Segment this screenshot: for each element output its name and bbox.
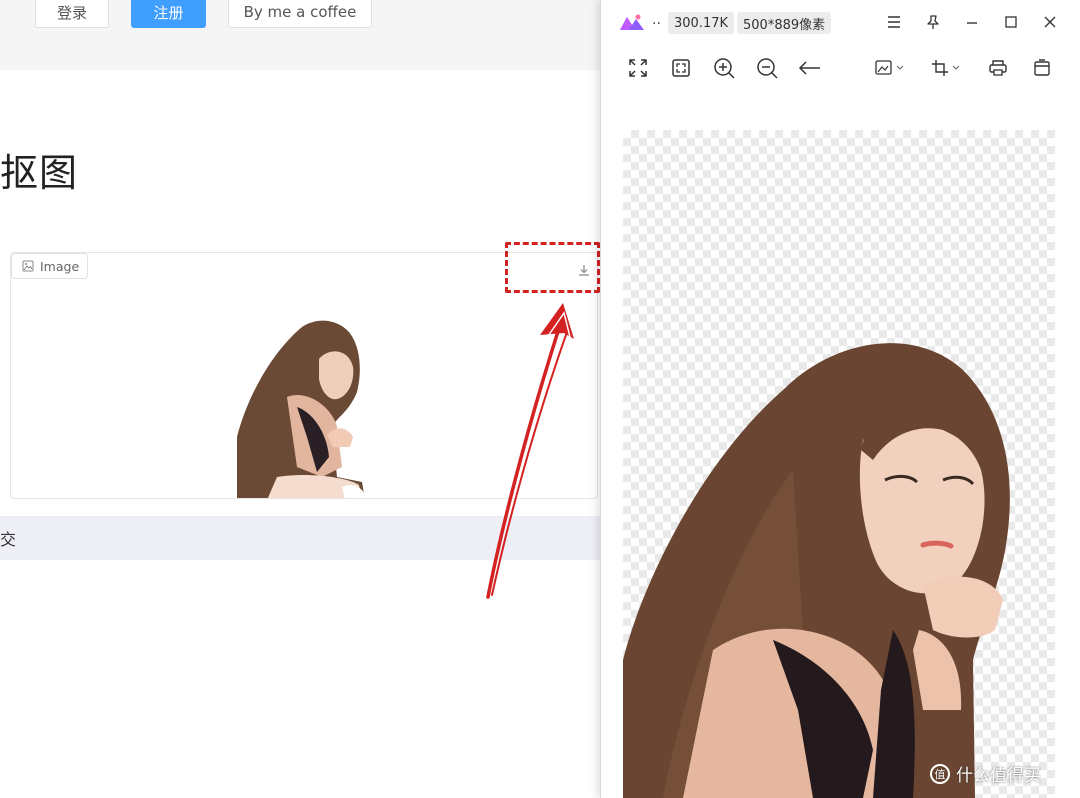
minimize-button[interactable] bbox=[963, 13, 981, 31]
fullscreen-frame-icon bbox=[672, 59, 690, 77]
pin-icon bbox=[927, 15, 939, 29]
app-logo-icon bbox=[620, 14, 644, 30]
cutout-preview-image bbox=[623, 343, 1010, 798]
image-label-text: Image bbox=[40, 258, 80, 274]
login-button[interactable]: 登录 bbox=[35, 0, 109, 28]
more-tools-button[interactable] bbox=[1031, 56, 1053, 80]
viewer-toolbar bbox=[601, 52, 1080, 84]
watermark: 值 什么值得买 bbox=[930, 761, 1041, 786]
viewer-titlebar: .. 300.17K 500*889像素 bbox=[601, 0, 1080, 44]
watermark-text: 什么值得买 bbox=[956, 766, 1041, 786]
image-icon bbox=[22, 260, 34, 272]
image-canvas[interactable]: 值 什么值得买 bbox=[623, 130, 1055, 798]
cutout-result-image bbox=[237, 320, 365, 498]
web-header: 登录 注册 By me a coffee bbox=[0, 0, 600, 70]
print-icon bbox=[989, 60, 1007, 76]
expand-arrows-icon bbox=[629, 59, 647, 77]
zoom-in-icon bbox=[714, 58, 735, 79]
filename-ellipsis: .. bbox=[652, 12, 661, 28]
image-edit-icon bbox=[875, 60, 904, 75]
fit-window-button[interactable] bbox=[627, 56, 649, 80]
arrow-left-icon bbox=[798, 61, 820, 75]
back-button[interactable] bbox=[797, 56, 823, 80]
minimize-icon bbox=[967, 22, 977, 24]
watermark-logo-icon: 值 bbox=[930, 763, 950, 784]
submit-label: 交 bbox=[0, 530, 17, 549]
crop-icon bbox=[932, 60, 960, 76]
web-app: 登录 注册 By me a coffee 抠图 Image 交 bbox=[0, 0, 600, 798]
actual-size-button[interactable] bbox=[670, 56, 692, 80]
close-button[interactable] bbox=[1041, 13, 1059, 31]
page-title: 抠图 bbox=[0, 151, 79, 195]
download-highlight-box bbox=[505, 242, 600, 293]
hamburger-menu-icon bbox=[888, 16, 900, 28]
close-icon bbox=[1044, 16, 1056, 28]
red-arrow-annotation bbox=[486, 303, 574, 599]
crop-dropdown[interactable] bbox=[931, 56, 963, 80]
register-button[interactable]: 注册 bbox=[131, 0, 206, 28]
pin-button[interactable] bbox=[924, 13, 942, 31]
print-button[interactable] bbox=[987, 56, 1009, 80]
menu-button[interactable] bbox=[885, 13, 903, 31]
image-viewer-window: .. 300.17K 500*889像素 值 什么值得买 bbox=[600, 0, 1080, 798]
zoom-out-button[interactable] bbox=[755, 56, 779, 80]
buy-me-a-coffee-button[interactable]: By me a coffee bbox=[228, 0, 372, 28]
box-icon bbox=[1034, 59, 1050, 76]
file-size-chip: 300.17K bbox=[668, 12, 735, 34]
maximize-icon bbox=[1005, 16, 1017, 28]
image-panel-label: Image bbox=[11, 253, 89, 279]
edit-image-dropdown[interactable] bbox=[875, 56, 907, 80]
image-dimensions-chip: 500*889像素 bbox=[737, 12, 832, 34]
maximize-button[interactable] bbox=[1002, 13, 1020, 31]
zoom-in-button[interactable] bbox=[712, 56, 736, 80]
zoom-out-icon bbox=[757, 58, 778, 79]
